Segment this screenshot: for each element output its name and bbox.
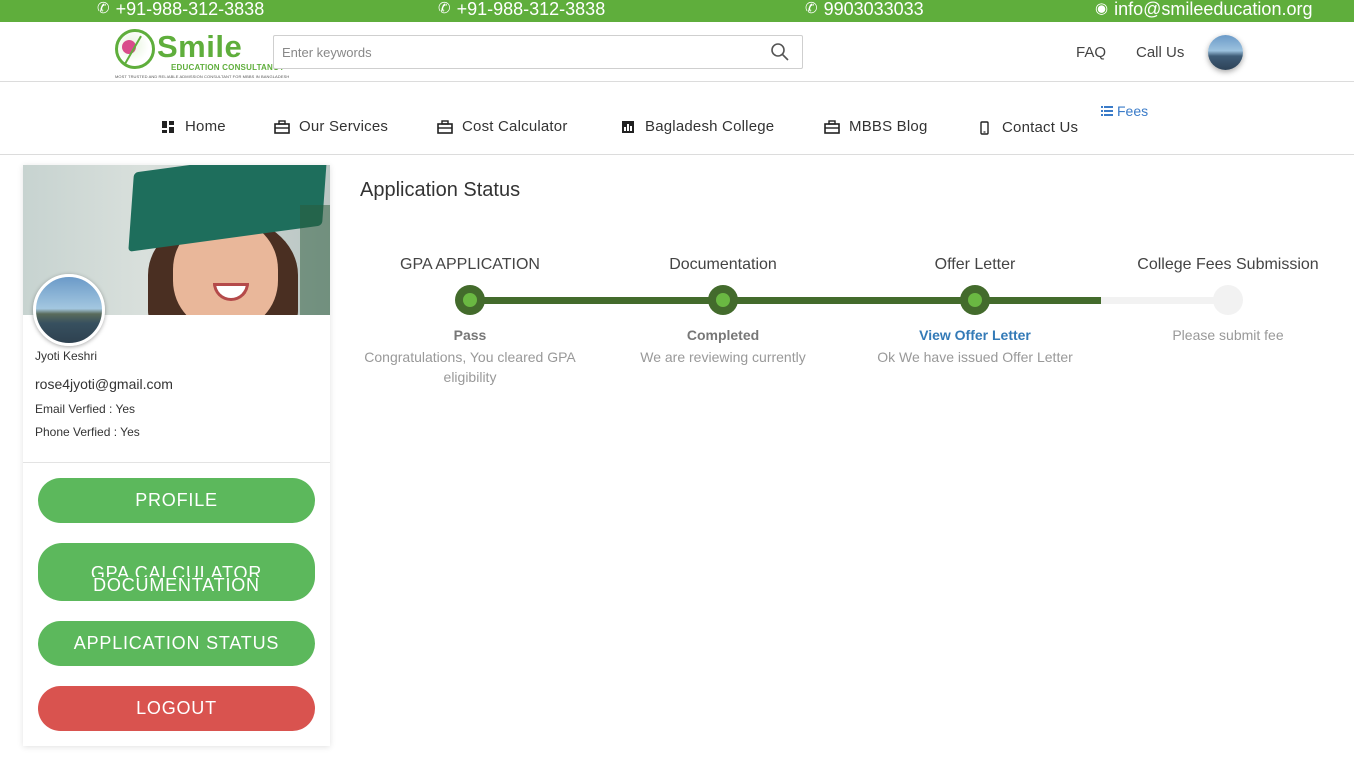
- nav-label-cost-calculator: Cost Calculator: [462, 118, 568, 135]
- logo-subtitle: EDUCATION CONSULTANCY: [171, 63, 285, 72]
- globe-logo-icon: [115, 29, 155, 69]
- main-navigation: Home Our Services Cost Calculator Baglad…: [0, 82, 1354, 155]
- step-description: Congratulations, You cleared GPA eligibi…: [364, 349, 576, 385]
- phone-number-3: 9903033033: [823, 0, 924, 19]
- mobile-icon: [980, 120, 989, 135]
- application-status-button[interactable]: APPLICATION STATUS: [38, 621, 315, 666]
- email-contact[interactable]: ◉ info@smileeducation.org: [1095, 0, 1312, 20]
- search-box: [273, 35, 803, 69]
- nav-item-cost-calculator[interactable]: Cost Calculator: [437, 118, 568, 135]
- step-complete-indicator: [708, 285, 738, 315]
- profile-sidebar: Jyoti Keshri rose4jyoti@gmail.com Email …: [23, 165, 330, 746]
- gpa-documentation-button-stack[interactable]: GPA CALCULATOR DOCUMENTATION: [38, 543, 315, 601]
- page-title: Application Status: [360, 179, 521, 201]
- call-us-link[interactable]: Call Us: [1136, 44, 1184, 61]
- progress-fill: [470, 297, 1102, 304]
- nav-label-fees: Fees: [1117, 103, 1149, 119]
- logo-brand: Smile: [157, 29, 243, 64]
- nav-label-bagladesh-college: Bagladesh College: [645, 118, 775, 135]
- nav-item-home[interactable]: Home: [160, 118, 226, 135]
- progress-track: [470, 297, 1228, 304]
- phone-icon: ✆: [438, 0, 451, 17]
- documentation-button[interactable]: DOCUMENTATION: [38, 576, 315, 594]
- user-avatar[interactable]: [1208, 35, 1243, 70]
- logout-button[interactable]: LOGOUT: [38, 686, 315, 731]
- site-header: Smile EDUCATION CONSULTANCY MOST TRUSTED…: [0, 22, 1354, 82]
- nav-label-contact-us: Contact Us: [1002, 119, 1079, 136]
- step-title: GPA APPLICATION: [400, 256, 540, 273]
- step-title: College Fees Submission: [1137, 256, 1319, 273]
- bar-chart-icon: [622, 120, 634, 133]
- nav-item-fees[interactable]: Fees: [1101, 103, 1148, 119]
- profile-button[interactable]: PROFILE: [38, 478, 315, 523]
- nav-item-our-services[interactable]: Our Services: [274, 118, 388, 135]
- nav-label-home: Home: [185, 118, 226, 135]
- location-icon: ◉: [1095, 0, 1109, 17]
- nav-item-mbbs-blog[interactable]: MBBS Blog: [824, 118, 928, 135]
- step-complete-indicator: [960, 285, 990, 315]
- phone-contact-1[interactable]: ✆ +91-988-312-3838: [97, 0, 264, 20]
- top-contact-bar: ✆ +91-988-312-3838 ✆ +91-988-312-3838 ✆ …: [0, 0, 1354, 22]
- faq-link[interactable]: FAQ: [1076, 44, 1106, 61]
- dashboard-icon: [162, 120, 174, 133]
- phone-number-2: +91-988-312-3838: [456, 0, 606, 19]
- profile-avatar[interactable]: [33, 274, 105, 346]
- view-offer-letter-link[interactable]: View Offer Letter: [849, 327, 1101, 343]
- nav-item-bagladesh-college[interactable]: Bagladesh College: [620, 118, 774, 135]
- contact-email: info@smileeducation.org: [1114, 0, 1313, 19]
- phone-icon: ✆: [97, 0, 110, 17]
- step-status: Completed: [686, 327, 760, 343]
- nav-item-contact-us[interactable]: Contact Us: [977, 119, 1078, 136]
- phone-icon: ✆: [805, 0, 818, 17]
- phone-verified-status: Phone Verfied : Yes: [35, 425, 140, 439]
- sidebar-divider: [23, 462, 330, 463]
- profile-name: Jyoti Keshri: [35, 349, 98, 363]
- site-logo[interactable]: Smile EDUCATION CONSULTANCY MOST TRUSTED…: [115, 27, 289, 79]
- briefcase-icon: [437, 119, 453, 134]
- step-title: Documentation: [669, 256, 777, 273]
- phone-contact-3[interactable]: ✆ 9903033033: [805, 0, 924, 20]
- step-status: Please submit fee: [1172, 327, 1284, 343]
- search-icon[interactable]: [770, 42, 790, 62]
- list-icon: [1101, 106, 1113, 116]
- search-input[interactable]: [274, 36, 754, 68]
- step-status: Pass: [453, 327, 487, 343]
- step-description: Ok We have issued Offer Letter: [877, 349, 1073, 365]
- briefcase-icon: [824, 119, 840, 134]
- phone-number-1: +91-988-312-3838: [115, 0, 265, 19]
- step-complete-indicator: [455, 285, 485, 315]
- step-pending-indicator: [1213, 285, 1243, 315]
- email-verified-status: Email Verfied : Yes: [35, 402, 136, 416]
- nav-label-mbbs-blog: MBBS Blog: [849, 118, 928, 135]
- nav-label-our-services: Our Services: [299, 118, 389, 135]
- step-title: Offer Letter: [934, 256, 1016, 273]
- briefcase-icon: [274, 119, 290, 134]
- step-description: We are reviewing currently: [640, 349, 806, 365]
- profile-email: rose4jyoti@gmail.com: [35, 376, 173, 392]
- phone-contact-2[interactable]: ✆ +91-988-312-3838: [438, 0, 605, 20]
- logo-tagline: MOST TRUSTED AND RELIABLE ADMISSION CONS…: [115, 74, 290, 79]
